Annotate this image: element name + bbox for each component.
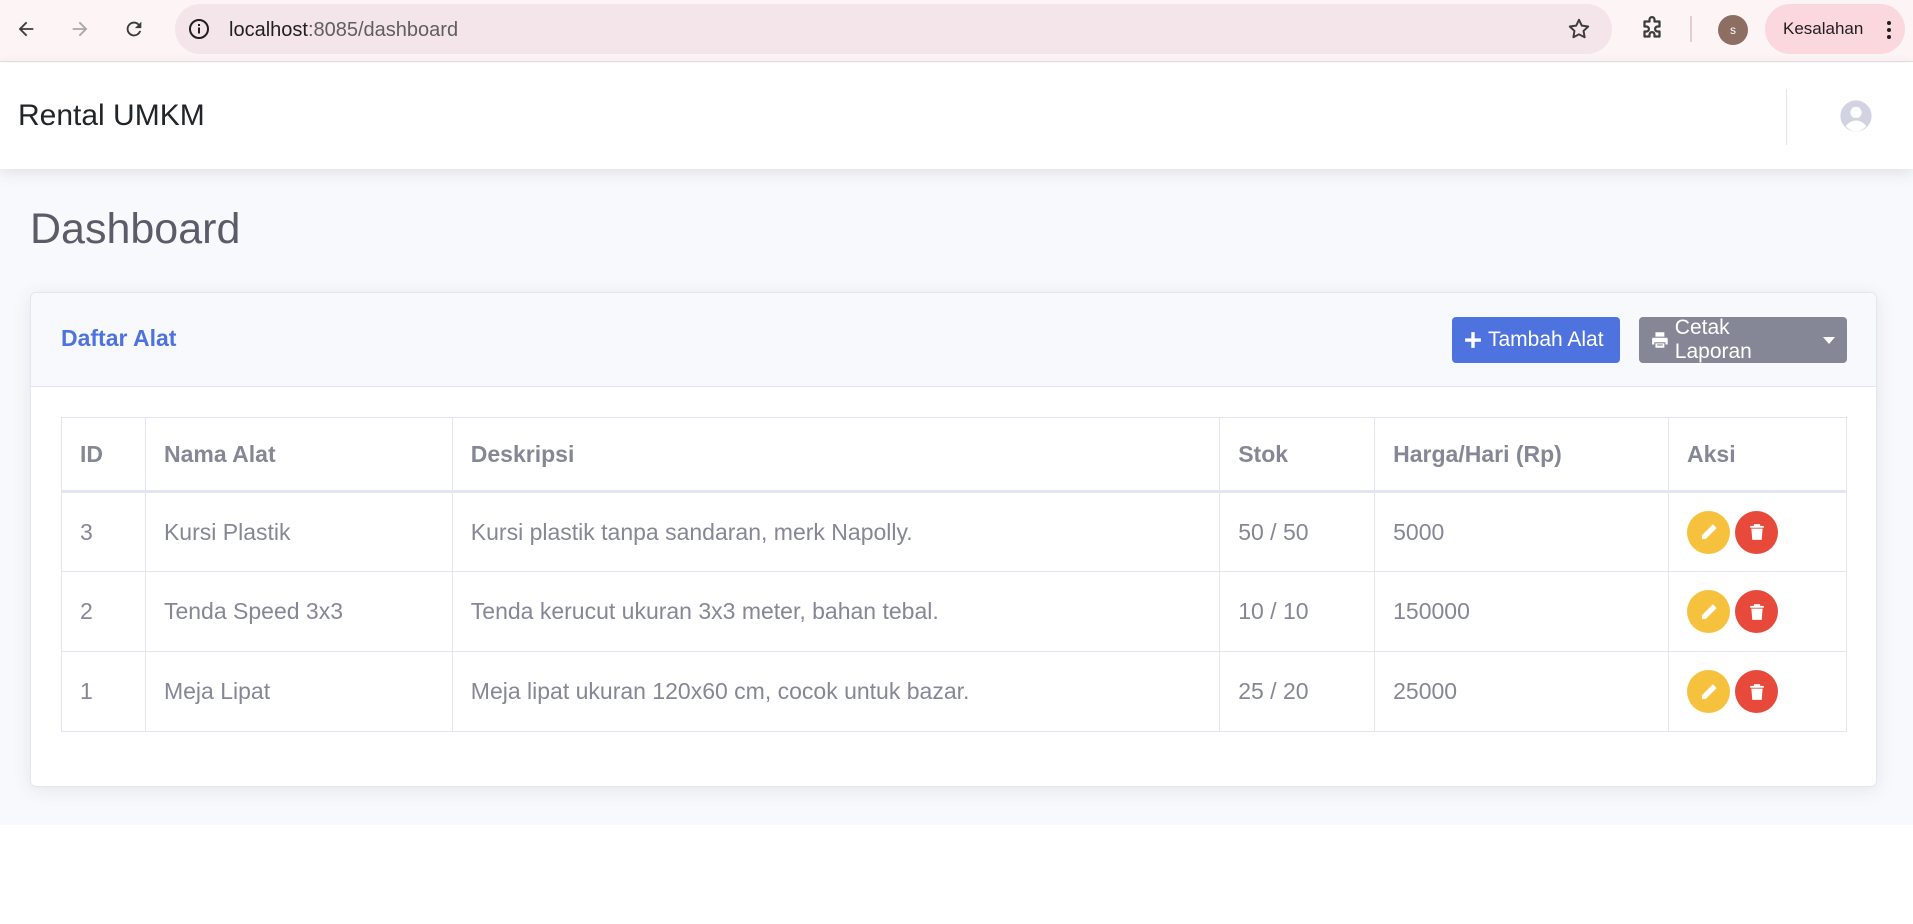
info-icon[interactable] [187,17,211,41]
cell-id: 2 [61,571,146,652]
delete-button[interactable] [1735,670,1778,713]
card-header: Daftar Alat Tambah Alat Cetak Laporan [31,293,1876,387]
delete-button[interactable] [1735,590,1778,633]
profile-avatar[interactable]: s [1718,15,1748,45]
pencil-icon [1701,524,1717,540]
add-tool-label: Tambah Alat [1488,328,1604,351]
star-icon[interactable] [1566,16,1592,42]
cell-id: 3 [61,491,146,572]
trash-icon [1749,524,1764,540]
topbar-divider [1786,89,1787,145]
column-header-name: Nama Alat [144,417,453,493]
print-report-dropdown[interactable]: Cetak Laporan [1639,316,1847,363]
cell-price: 25000 [1374,651,1669,732]
column-header-stock: Stok [1219,417,1376,493]
card-title: Daftar Alat [61,325,177,351]
caret-down-icon [1823,336,1835,344]
cell-name: Tenda Speed 3x3 [144,571,453,652]
arrow-left-icon [18,21,34,37]
tools-card: Daftar Alat Tambah Alat Cetak Laporan ID… [30,292,1877,787]
url-text[interactable]: localhost:8085/dashboard [229,19,458,42]
table-row: 2 Tenda Speed 3x3 Tenda kerucut ukuran 3… [61,571,1847,652]
user-circle-icon[interactable] [1839,99,1873,133]
column-header-price: Harga/Hari (Rp) [1374,417,1669,493]
pencil-icon [1701,603,1717,619]
cell-price: 150000 [1374,571,1669,652]
column-header-description: Deskripsi [451,417,1221,493]
edit-button[interactable] [1687,590,1730,633]
table-header-row: ID Nama Alat Deskripsi Stok Harga/Hari (… [61,417,1847,493]
puzzle-icon[interactable] [1637,14,1667,44]
error-chip-label: Kesalahan [1783,19,1864,38]
app-topbar: Rental UMKM [0,63,1913,169]
cell-name: Kursi Plastik [144,491,453,572]
cell-actions [1668,571,1847,652]
cell-stock: 25 / 20 [1219,651,1376,732]
page-title: Dashboard [30,205,241,253]
printer-icon [1652,332,1668,348]
print-report-label: Cetak Laporan [1674,316,1752,363]
three-dots-icon[interactable] [1887,20,1891,40]
cell-description: Meja lipat ukuran 120x60 cm, cocok untuk… [451,651,1221,732]
cell-description: Tenda kerucut ukuran 3x3 meter, bahan te… [451,571,1221,652]
reload-button[interactable] [116,11,152,47]
url-path: :8085/dashboard [307,19,459,41]
cell-stock: 50 / 50 [1219,491,1376,572]
tools-table: ID Nama Alat Deskripsi Stok Harga/Hari (… [61,417,1847,732]
cell-actions [1668,491,1847,572]
url-host: localhost [229,19,308,41]
add-tool-button[interactable]: Tambah Alat [1452,317,1620,363]
browser-toolbar: localhost:8085/dashboard s Kesalahan [0,0,1913,62]
reload-icon [126,21,142,37]
cell-description: Kursi plastik tanpa sandaran, merk Napol… [451,491,1221,572]
toolbar-separator [1690,16,1692,42]
back-button[interactable] [8,11,44,47]
delete-button[interactable] [1735,510,1778,554]
edit-button[interactable] [1687,510,1730,554]
cell-name: Meja Lipat [144,651,453,732]
trash-icon [1749,683,1764,700]
pencil-icon [1701,683,1717,699]
error-chip[interactable]: Kesalahan [1765,4,1905,54]
table-row: 3 Kursi Plastik Kursi plastik tanpa sand… [61,491,1847,572]
cell-price: 5000 [1374,491,1669,572]
table-row: 1 Meja Lipat Meja lipat ukuran 120x60 cm… [61,651,1847,732]
plus-icon [1465,332,1481,348]
column-header-actions: Aksi [1668,417,1847,493]
column-header-id: ID [61,417,146,493]
arrow-right-icon [72,21,88,37]
address-bar[interactable]: localhost:8085/dashboard [175,4,1612,54]
edit-button[interactable] [1687,670,1730,713]
cell-stock: 10 / 10 [1219,571,1376,652]
cell-actions [1668,651,1847,732]
cell-id: 1 [61,651,146,732]
forward-button[interactable] [62,11,98,47]
brand-name[interactable]: Rental UMKM [18,99,205,133]
page-content: Dashboard Daftar Alat Tambah Alat Cetak … [0,169,1913,825]
trash-icon [1749,603,1764,620]
